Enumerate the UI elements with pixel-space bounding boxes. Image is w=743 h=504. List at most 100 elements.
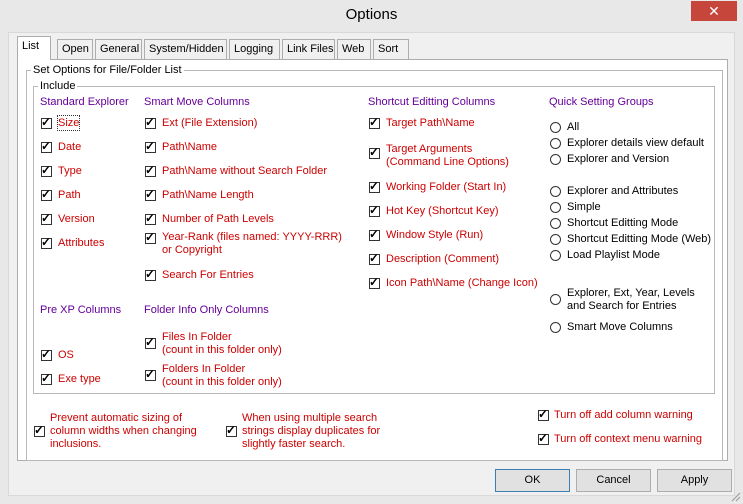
radio-label[interactable]: Explorer and Version [567,152,669,166]
checkbox-label[interactable]: Path\Name without Search Folder [162,164,327,178]
checkbox-label[interactable]: Target Path\Name [386,116,475,130]
tab-logging[interactable]: Logging [229,39,280,59]
checkbox-label[interactable]: Path [58,188,81,202]
radio-circle[interactable] [550,202,561,213]
radio-circle[interactable] [550,154,561,165]
radio-label[interactable]: Load Playlist Mode [567,248,660,262]
radio-label-line2[interactable]: and Search for Entries [567,299,676,313]
checkbox-box[interactable]: ✓ [226,423,237,437]
tab-system-hidden[interactable]: System/Hidden [144,39,227,59]
checkbox-label[interactable]: Turn off context menu warning [554,432,702,446]
checkbox-label[interactable]: Type [58,164,82,178]
checkbox-label[interactable]: Turn off add column warning [554,408,693,422]
tab-web[interactable]: Web [337,39,371,59]
radio-label[interactable]: Explorer and Attributes [567,184,678,198]
cancel-button[interactable]: Cancel [576,469,651,492]
checkbox-box[interactable]: ✓ [145,230,156,244]
checkbox-box[interactable]: ✓ [41,347,52,361]
checkbox-box[interactable]: ✓ [145,211,156,225]
checkbox-label-line2[interactable]: (Command Line Options) [386,155,509,169]
checkbox-label[interactable]: Folders In Folder [162,362,245,376]
checkbox-label-line1[interactable]: When using multiple search [242,411,377,425]
checkbox-label[interactable]: Year-Rank (files named: YYYY-RRR) [162,230,342,244]
radio-label[interactable]: Shortcut Editting Mode (Web) [567,232,711,246]
checkbox-label[interactable]: Version [58,212,95,226]
checkbox-label-line2[interactable]: (count in this folder only) [162,343,282,357]
checkbox-box[interactable]: ✓ [41,371,52,385]
checkbox-label[interactable]: Files In Folder [162,330,232,344]
checkbox-box[interactable]: ✓ [369,145,380,159]
checkbox-box[interactable]: ✓ [34,423,45,437]
checkbox-box[interactable]: ✓ [41,235,52,249]
close-button[interactable]: ✕ [691,1,737,21]
checkbox-label[interactable]: Window Style (Run) [386,228,483,242]
checkbox-box[interactable]: ✓ [369,115,380,129]
checkbox-label[interactable]: Icon Path\Name (Change Icon) [386,276,538,290]
checkbox-label[interactable]: Size [56,115,81,131]
checkbox-label[interactable]: Number of Path Levels [162,212,274,226]
tab-sort[interactable]: Sort [373,39,409,59]
checkbox-label-line2[interactable]: strings display duplicates for [242,424,380,438]
checkbox-label[interactable]: Path\Name Length [162,188,254,202]
checkbox-box[interactable]: ✓ [145,115,156,129]
checkbox-box[interactable]: ✓ [41,163,52,177]
radio-label[interactable]: Explorer, Ext, Year, Levels [567,286,695,300]
checkbox-box[interactable]: ✓ [369,203,380,217]
checkbox-box[interactable]: ✓ [369,251,380,265]
checkbox-label[interactable]: Target Arguments [386,142,472,156]
ok-button[interactable]: OK [495,469,570,492]
radio-label[interactable]: All [567,120,579,134]
checkbox-label-line2[interactable]: column widths when changing [50,424,197,438]
checkbox-label[interactable]: Date [58,140,81,154]
checkbox-label[interactable]: Description (Comment) [386,252,499,266]
radio-label[interactable]: Smart Move Columns [567,320,673,334]
checkbox-box[interactable]: ✓ [369,227,380,241]
radio-label[interactable]: Simple [567,200,601,214]
radio-circle[interactable] [550,322,561,333]
radio-label[interactable]: Explorer details view default [567,136,704,150]
checkbox-box[interactable]: ✓ [538,431,549,445]
checkbox-box[interactable]: ✓ [145,139,156,153]
tab-general[interactable]: General [95,39,142,59]
checkbox-label[interactable]: Attributes [58,236,104,250]
radio-circle[interactable] [550,122,561,133]
checkbox-box[interactable]: ✓ [145,267,156,281]
resize-grip-icon[interactable] [731,492,741,502]
window-title: Options [345,6,398,23]
checkbox-box[interactable]: ✓ [41,139,52,153]
tab-link-files[interactable]: Link Files [282,39,335,59]
checkbox-label-line3[interactable]: slightly faster search. [242,437,345,451]
checkbox-label[interactable]: Search For Entries [162,268,254,282]
radio-circle[interactable] [550,186,561,197]
checkbox-label[interactable]: Path\Name [162,140,217,154]
checkbox-box[interactable]: ✓ [41,211,52,225]
tab-list[interactable]: List [17,36,51,60]
checkbox-label-line3[interactable]: inclusions. [50,437,101,451]
radio-circle[interactable] [550,234,561,245]
checkbox-label[interactable]: OS [58,348,74,362]
radio-circle[interactable] [550,250,561,261]
checkbox-box[interactable]: ✓ [41,187,52,201]
checkbox-box[interactable]: ✓ [145,187,156,201]
checkbox-box[interactable]: ✓ [369,275,380,289]
radio-circle[interactable] [550,218,561,229]
checkbox-box[interactable]: ✓ [538,407,549,421]
checkbox-label[interactable]: Hot Key (Shortcut Key) [386,204,499,218]
radio-circle[interactable] [550,138,561,149]
checkmark-icon: ✓ [538,407,549,421]
checkbox-box[interactable]: ✓ [369,179,380,193]
apply-button[interactable]: Apply [657,469,732,492]
checkbox-box[interactable]: ✓ [145,367,156,381]
checkbox-label-line2[interactable]: (count in this folder only) [162,375,282,389]
checkbox-label[interactable]: Exe type [58,372,101,386]
checkbox-label[interactable]: Working Folder (Start In) [386,180,506,194]
radio-circle[interactable] [550,294,561,305]
checkbox-box[interactable]: ✓ [41,115,52,129]
tab-open[interactable]: Open [57,39,93,59]
checkbox-box[interactable]: ✓ [145,163,156,177]
checkbox-label-line1[interactable]: Prevent automatic sizing of [50,411,182,425]
checkbox-label[interactable]: Ext (File Extension) [162,116,257,130]
checkbox-label-line2[interactable]: or Copyright [162,243,222,257]
radio-label[interactable]: Shortcut Editting Mode [567,216,678,230]
checkbox-box[interactable]: ✓ [145,335,156,349]
